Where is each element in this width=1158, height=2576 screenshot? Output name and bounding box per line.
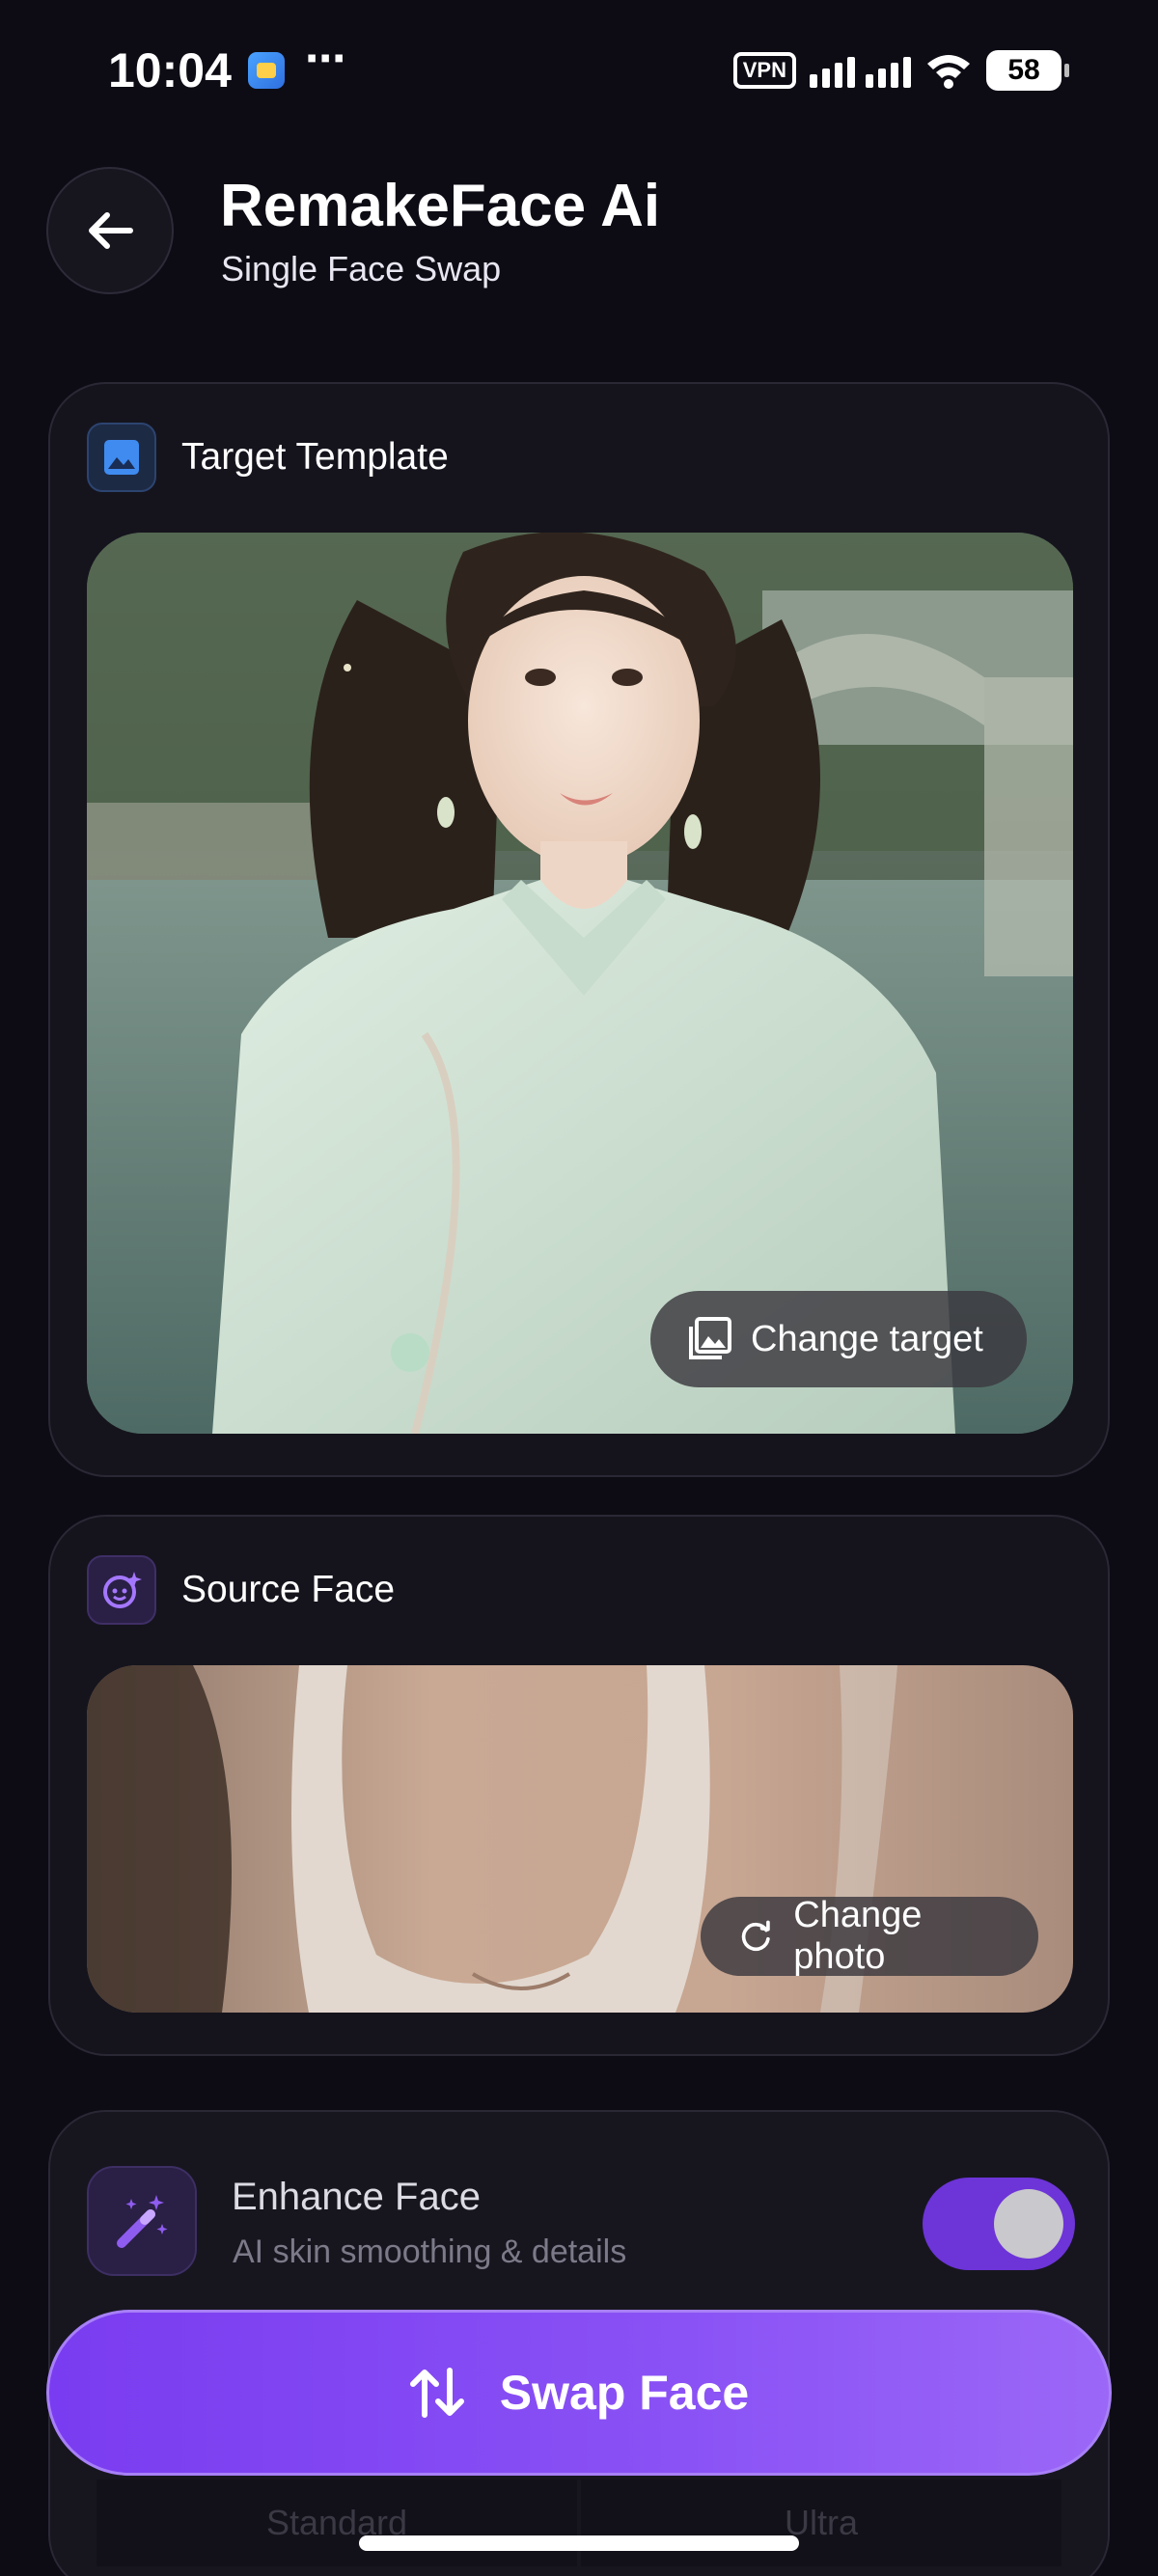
target-card-title: Target Template xyxy=(181,436,449,478)
source-card-title: Source Face xyxy=(181,1569,396,1610)
toggle-knob xyxy=(994,2189,1063,2259)
change-photo-button[interactable]: Change photo xyxy=(701,1895,1038,1977)
change-target-button[interactable]: Change target xyxy=(650,1291,1027,1387)
image-icon xyxy=(87,423,156,492)
enhance-face-subtitle: AI skin smoothing & details xyxy=(233,2233,627,2270)
app-notification-icon xyxy=(248,52,285,89)
target-card-header: Target Template xyxy=(87,423,449,492)
more-notifications-icon: ⋯ xyxy=(305,36,347,81)
cell-signal-icon xyxy=(810,53,911,88)
change-photo-label: Change photo xyxy=(793,1895,923,1977)
photo-library-icon xyxy=(689,1317,731,1359)
status-indicators: VPN 58 xyxy=(732,46,1069,95)
home-indicator[interactable] xyxy=(359,2535,799,2551)
swap-face-label: Swap Face xyxy=(499,2366,750,2420)
quality-option-ultra[interactable]: Ultra xyxy=(581,2480,1062,2566)
change-target-label: Change target xyxy=(751,1318,983,1359)
refresh-icon xyxy=(741,1920,770,1952)
wifi-icon xyxy=(927,55,970,89)
quality-option-standard[interactable]: Standard xyxy=(96,2480,577,2566)
status-time: 10:04 xyxy=(108,43,232,97)
source-card-header: Source Face xyxy=(87,1555,395,1625)
face-sparkle-icon xyxy=(87,1555,156,1625)
source-face-image[interactable]: Change photo xyxy=(87,1665,1073,2013)
swap-face-button[interactable]: Swap Face xyxy=(46,2310,1112,2476)
battery-indicator: 58 xyxy=(986,50,1069,91)
arrow-left-icon xyxy=(89,212,133,249)
target-template-card: Target Template Change target xyxy=(48,382,1110,1477)
enhance-face-title: Enhance Face xyxy=(232,2176,481,2218)
target-template-image[interactable]: Change target xyxy=(87,533,1073,1434)
back-button[interactable] xyxy=(46,167,174,294)
source-face-card: Source Face Change photo xyxy=(48,1515,1110,2056)
magic-wand-icon xyxy=(87,2166,197,2276)
quality-selector: Standard Ultra xyxy=(96,2480,1062,2566)
page-title: RemakeFace Ai xyxy=(220,173,661,239)
swap-vertical-icon xyxy=(409,2368,464,2418)
enhance-face-toggle[interactable] xyxy=(923,2178,1075,2270)
status-bar: 10:04 ⋯ VPN 58 xyxy=(0,0,1158,140)
vpn-badge: VPN xyxy=(732,52,796,89)
page-subtitle: Single Face Swap xyxy=(221,249,502,288)
